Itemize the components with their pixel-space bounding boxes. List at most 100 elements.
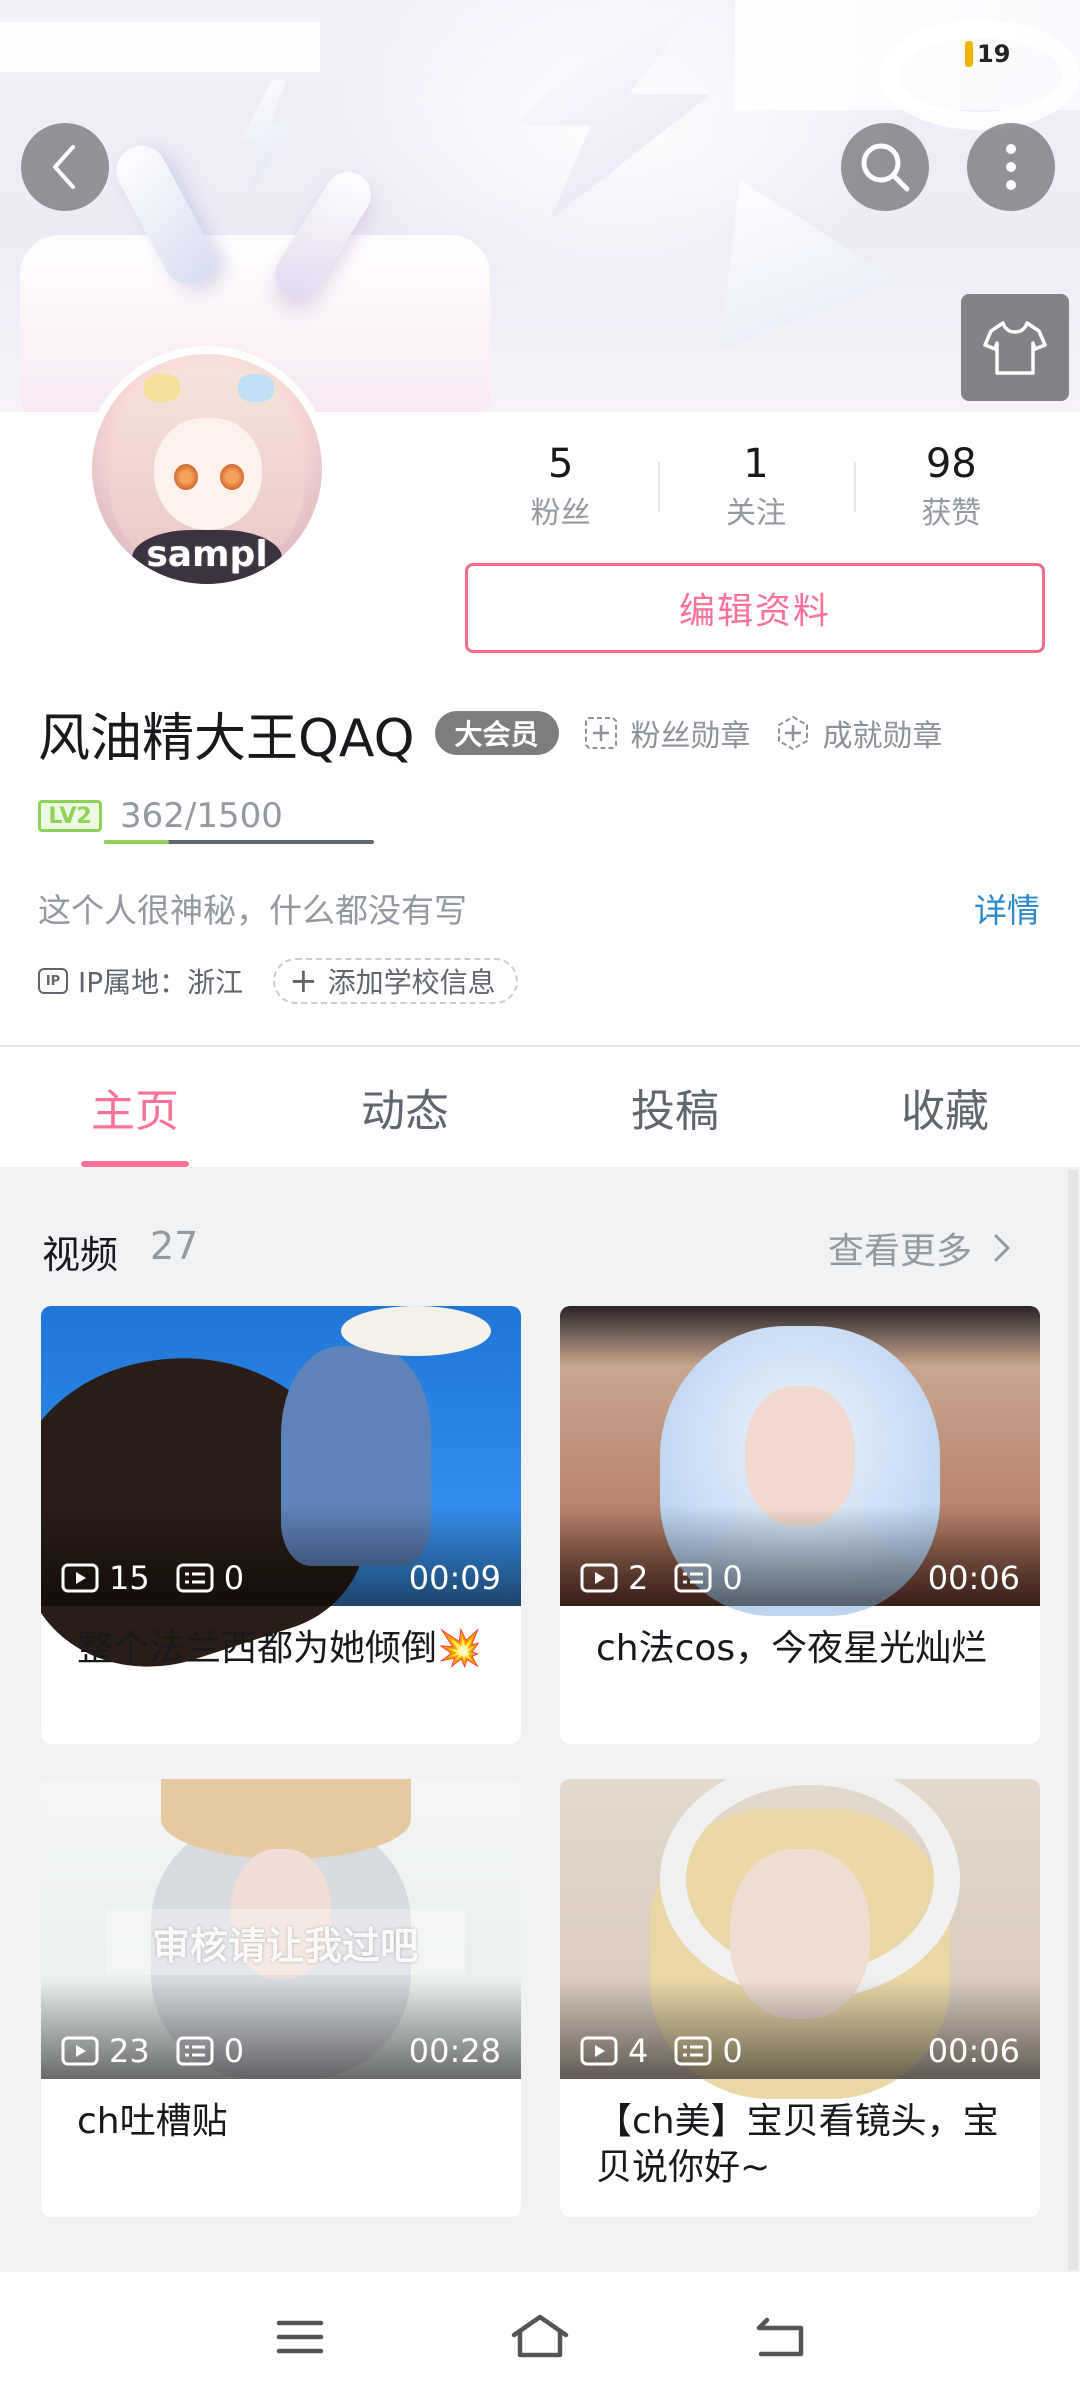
level-badge: LV2 bbox=[38, 800, 102, 832]
more-button[interactable] bbox=[967, 123, 1055, 211]
stat-value: 98 bbox=[925, 441, 977, 487]
thumbnail-caption: 审核请让我过吧 bbox=[105, 1909, 465, 1975]
nav-menu-button[interactable] bbox=[270, 2312, 330, 2362]
video-title: ch吐槽贴 bbox=[77, 2101, 228, 2142]
danmaku-count: 0 bbox=[223, 1559, 245, 1597]
play-count-icon bbox=[580, 1563, 618, 1593]
more-vertical-icon bbox=[1006, 144, 1016, 190]
profile-stats: 5 粉丝 1 关注 98 获赞 bbox=[463, 436, 1049, 540]
achievement-medal-button[interactable]: 成就勋章 bbox=[775, 711, 943, 755]
header-banner bbox=[0, 0, 1080, 412]
avatar-bow bbox=[238, 374, 274, 402]
video-meta: 15 0 00:09 bbox=[61, 1558, 501, 1598]
tab-favorites[interactable]: 收藏 bbox=[810, 1047, 1080, 1167]
video-card[interactable]: 15 0 00:09 整个法兰西都为她倾倒💥 bbox=[41, 1306, 521, 1744]
edit-profile-button[interactable]: 编辑资料 bbox=[465, 563, 1045, 653]
back-nav-icon bbox=[756, 2317, 804, 2357]
section-title: 视频 bbox=[42, 1233, 119, 1277]
detail-link[interactable]: 详情 bbox=[974, 884, 1040, 932]
exp-progress-fill bbox=[104, 840, 170, 844]
back-button[interactable] bbox=[21, 123, 109, 211]
ip-icon: IP bbox=[38, 968, 68, 994]
video-title: ch法cos，今夜星光灿烂 bbox=[596, 1628, 988, 1669]
nav-home-button[interactable] bbox=[510, 2312, 570, 2362]
video-meta: 4 0 00:06 bbox=[580, 2031, 1020, 2071]
video-card[interactable]: 4 0 00:06 【ch美】宝贝看镜头，宝贝说你好~ bbox=[560, 1779, 1040, 2217]
search-icon bbox=[861, 143, 910, 192]
danmaku-icon bbox=[674, 2036, 712, 2066]
ip-location: IP属地：浙江 bbox=[78, 966, 244, 999]
thumbnail-art bbox=[341, 1306, 491, 1356]
play-count-icon bbox=[61, 1563, 99, 1593]
danmaku-icon bbox=[674, 1563, 712, 1593]
play-count: 2 bbox=[628, 1559, 649, 1597]
stat-followers[interactable]: 5 粉丝 bbox=[463, 436, 658, 540]
play-count: 23 bbox=[109, 2032, 150, 2070]
play-count-icon bbox=[61, 2036, 99, 2066]
video-title: 【ch美】宝贝看镜头，宝贝说你好~ bbox=[596, 2101, 999, 2188]
stat-label: 粉丝 bbox=[530, 496, 591, 531]
tshirt-icon bbox=[983, 320, 1047, 375]
menu-icon bbox=[276, 2320, 324, 2354]
avatar[interactable]: sampl bbox=[84, 346, 330, 592]
video-duration: 00:06 bbox=[927, 2032, 1020, 2070]
stat-label: 关注 bbox=[725, 496, 786, 531]
avatar-watermark: sampl bbox=[146, 534, 268, 575]
name-row: 风油精大王QAQ 大会员 粉丝勋章 成就勋章 bbox=[38, 698, 943, 769]
danmaku-icon bbox=[176, 1563, 214, 1593]
search-button[interactable] bbox=[841, 123, 929, 211]
achievement-medal-label: 成就勋章 bbox=[822, 719, 943, 754]
video-duration: 00:09 bbox=[408, 1559, 501, 1597]
play-count: 4 bbox=[628, 2032, 649, 2070]
thumbnail-art bbox=[161, 1779, 411, 1859]
status-bar-overlay bbox=[0, 22, 320, 72]
stat-value: 1 bbox=[743, 441, 769, 487]
avatar-eye bbox=[174, 464, 198, 490]
see-more-link[interactable]: 查看更多 bbox=[828, 1222, 1016, 1274]
plus-icon: + bbox=[289, 961, 318, 1001]
level-row[interactable]: LV2 362/1500 bbox=[38, 794, 374, 844]
scrollbar[interactable] bbox=[1068, 1170, 1078, 2270]
avatar-image: sampl bbox=[92, 354, 322, 584]
thumbnail-art bbox=[745, 1386, 855, 1526]
video-duration: 00:06 bbox=[927, 1559, 1020, 1597]
add-school-button[interactable]: + 添加学校信息 bbox=[273, 958, 518, 1004]
video-title: 整个法兰西都为她倾倒💥 bbox=[77, 1628, 482, 1669]
fan-medal-button[interactable]: 粉丝勋章 bbox=[583, 711, 751, 755]
signature: 这个人很神秘，什么都没有写 bbox=[38, 891, 467, 930]
danmaku-count: 0 bbox=[722, 1559, 743, 1597]
avatar-bow bbox=[144, 374, 180, 402]
tab-uploads[interactable]: 投稿 bbox=[540, 1047, 810, 1167]
video-meta: 2 0 00:06 bbox=[580, 1558, 1020, 1598]
theme-skin-button[interactable] bbox=[961, 294, 1069, 401]
video-card[interactable]: 审核请让我过吧 23 0 00:28 ch吐槽贴 bbox=[41, 1779, 521, 2217]
danmaku-icon bbox=[176, 2036, 214, 2066]
vip-badge[interactable]: 大会员 bbox=[434, 711, 559, 755]
profile-tabs: 主页 动态 投稿 收藏 bbox=[0, 1047, 1080, 1167]
chevron-left-icon bbox=[53, 145, 75, 189]
video-meta: 23 0 00:28 bbox=[61, 2031, 501, 2071]
stat-following[interactable]: 1 关注 bbox=[658, 436, 853, 540]
avatar-face bbox=[154, 418, 262, 530]
exp-progress-bar bbox=[104, 840, 374, 844]
video-duration: 00:28 bbox=[408, 2032, 501, 2070]
battery-icon bbox=[965, 41, 973, 67]
fan-medal-label: 粉丝勋章 bbox=[630, 719, 751, 754]
exp-text: 362/1500 bbox=[120, 796, 283, 836]
tab-home[interactable]: 主页 bbox=[0, 1047, 270, 1167]
tab-dynamics[interactable]: 动态 bbox=[270, 1047, 540, 1167]
stat-likes[interactable]: 98 获赞 bbox=[853, 436, 1049, 540]
video-card[interactable]: 2 0 00:06 ch法cos，今夜星光灿烂 bbox=[560, 1306, 1040, 1744]
danmaku-count: 0 bbox=[722, 2032, 743, 2070]
achievement-add-icon bbox=[777, 715, 808, 751]
see-more-label: 查看更多 bbox=[828, 1231, 973, 1272]
chevron-right-icon bbox=[994, 1234, 1010, 1262]
add-school-label: 添加学校信息 bbox=[327, 966, 496, 999]
play-count: 15 bbox=[109, 1559, 150, 1597]
nav-back-button[interactable] bbox=[750, 2312, 810, 2362]
danmaku-count: 0 bbox=[223, 2032, 245, 2070]
battery-indicator: 19 bbox=[965, 40, 1010, 68]
battery-level: 19 bbox=[977, 40, 1011, 68]
stat-label: 获赞 bbox=[921, 496, 982, 531]
system-nav-bar bbox=[0, 2272, 1080, 2400]
